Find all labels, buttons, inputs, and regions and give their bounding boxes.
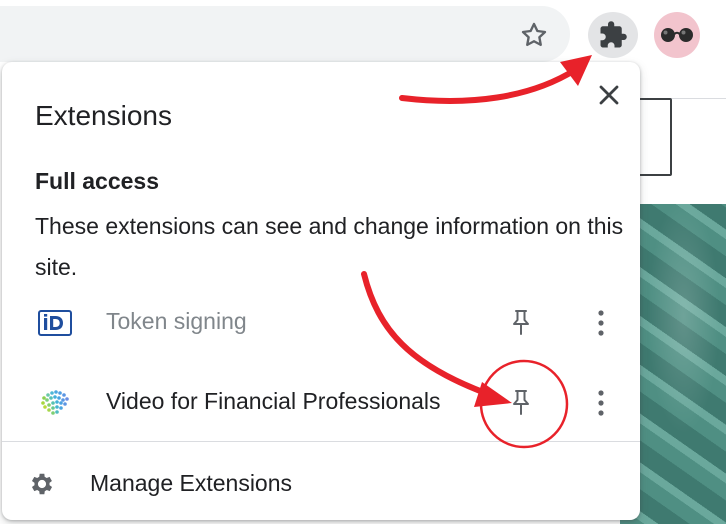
address-bar[interactable] (0, 6, 570, 62)
section-description: These extensions can see and change info… (35, 213, 624, 280)
bookmark-button[interactable] (512, 15, 556, 55)
section-title: Full access (35, 168, 160, 194)
more-vert-icon (598, 310, 604, 336)
pin-icon (513, 310, 529, 335)
manage-extensions-button[interactable]: Manage Extensions (2, 454, 640, 514)
close-icon (599, 85, 619, 105)
extension-row-video-financial[interactable]: Video for Financial Professionals (2, 366, 640, 438)
close-button[interactable] (592, 78, 626, 112)
divider (2, 441, 640, 442)
extension-name: Token signing (106, 308, 247, 334)
pin-button[interactable] (502, 304, 540, 342)
extension-name: Video for Financial Professionals (106, 388, 441, 414)
more-options-button[interactable] (584, 384, 618, 422)
avatar-sunglasses-icon (661, 28, 693, 42)
star-icon (521, 22, 547, 47)
browser-toolbar (0, 0, 726, 70)
extensions-popup: Extensions Full access These extensions … (2, 62, 640, 520)
popup-title: Extensions (35, 100, 172, 131)
pin-button[interactable] (502, 384, 540, 422)
gear-icon (31, 473, 53, 495)
pin-icon (513, 390, 529, 415)
profile-avatar[interactable] (654, 12, 700, 58)
more-vert-icon (598, 390, 604, 416)
puzzle-icon (600, 21, 627, 48)
more-options-button[interactable] (584, 304, 618, 342)
extension-row-token-signing[interactable]: Token signing (2, 286, 640, 358)
id-card-icon (38, 310, 72, 336)
extensions-button[interactable] (588, 12, 638, 58)
dotted-leaf-icon (41, 390, 69, 415)
manage-extensions-label: Manage Extensions (90, 470, 293, 496)
